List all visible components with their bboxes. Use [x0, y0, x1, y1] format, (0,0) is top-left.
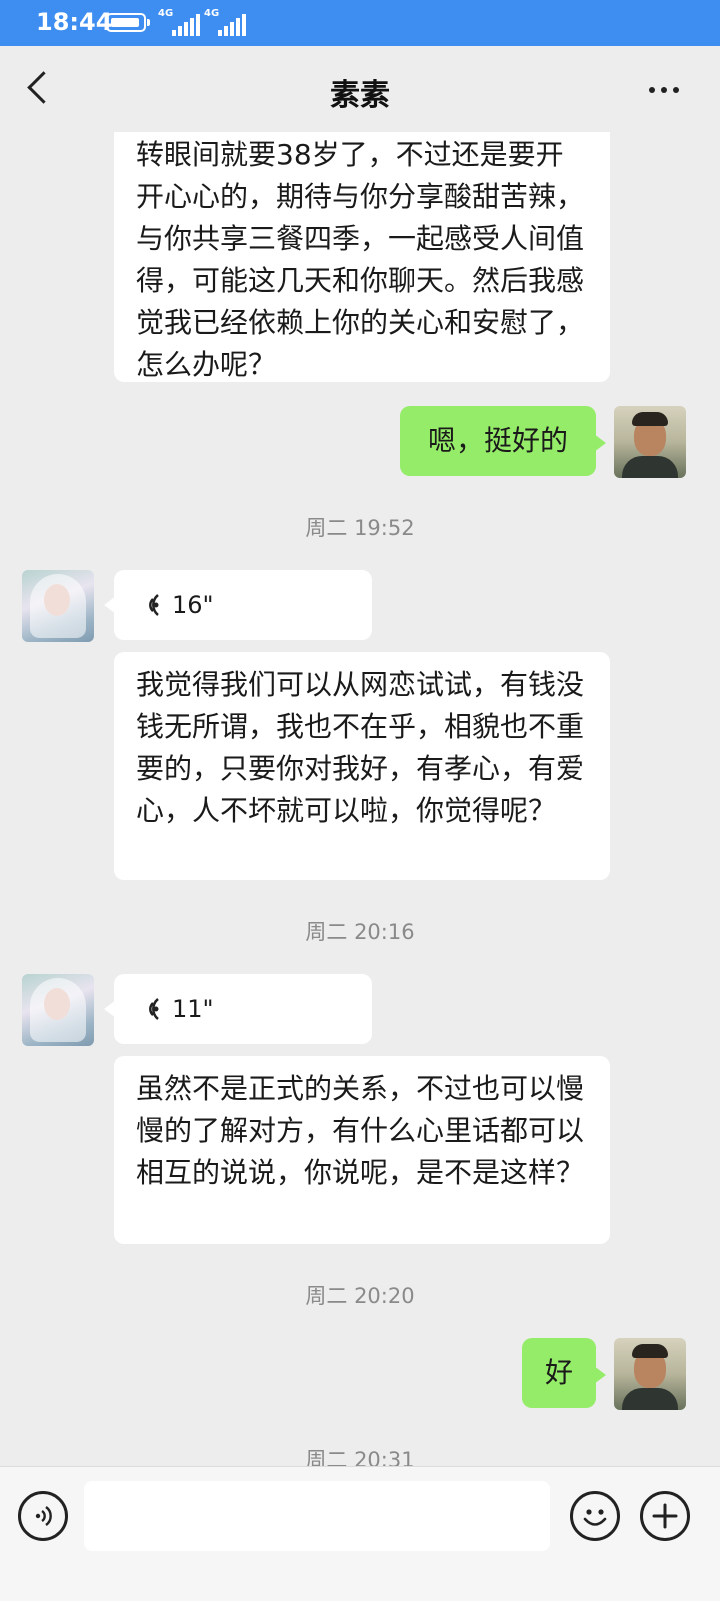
voice-message[interactable]: 11" [104, 974, 372, 1044]
network-label-2: 4G [204, 8, 220, 19]
voice-duration: 16" [172, 591, 214, 619]
status-bar: 18:44 4G 4G [0, 0, 720, 46]
plus-icon[interactable] [640, 1491, 690, 1541]
signal-icon-2: 4G [204, 8, 246, 38]
network-label-1: 4G [158, 8, 174, 19]
message-list[interactable]: 转眼间就要38岁了，不过还是要开开心心的，期待与你分享酸甜苦辣，与你共享三餐四季… [0, 132, 720, 1494]
outgoing-text-message[interactable]: 嗯，挺好的 [400, 406, 606, 476]
chat-header: 素素 [0, 46, 720, 132]
voice-duration: 11" [172, 995, 214, 1023]
timestamp: 周二 19:52 [305, 516, 415, 540]
signal-icon-1: 4G [158, 8, 200, 38]
contact-avatar[interactable] [22, 570, 94, 642]
voice-message[interactable]: 16" [104, 570, 372, 640]
voice-wave-icon [149, 594, 159, 616]
chat-title: 素素 [330, 78, 390, 113]
my-avatar[interactable] [614, 406, 686, 478]
timestamp: 周二 20:20 [305, 1284, 415, 1308]
status-time: 18:44 [36, 8, 113, 36]
outgoing-text-message[interactable]: 好 [522, 1338, 606, 1408]
more-icon[interactable] [644, 76, 684, 104]
voice-icon[interactable] [18, 1491, 68, 1541]
input-bar [0, 1466, 720, 1601]
my-avatar[interactable] [614, 1338, 686, 1410]
voice-wave-icon [149, 998, 159, 1020]
incoming-text-message[interactable]: 虽然不是正式的关系，不过也可以慢慢的了解对方，有什么心里话都可以相互的说说，你说… [114, 1056, 610, 1244]
incoming-text-message[interactable]: 我觉得我们可以从网恋试试，有钱没钱无所谓，我也不在乎，相貌也不重要的，只要你对我… [114, 652, 610, 880]
battery-icon [106, 13, 150, 32]
message-input[interactable] [84, 1481, 550, 1551]
contact-avatar[interactable] [22, 974, 94, 1046]
incoming-text-message[interactable]: 转眼间就要38岁了，不过还是要开开心心的，期待与你分享酸甜苦辣，与你共享三餐四季… [114, 132, 610, 382]
emoji-icon[interactable] [570, 1491, 620, 1541]
timestamp: 周二 20:16 [305, 920, 415, 944]
